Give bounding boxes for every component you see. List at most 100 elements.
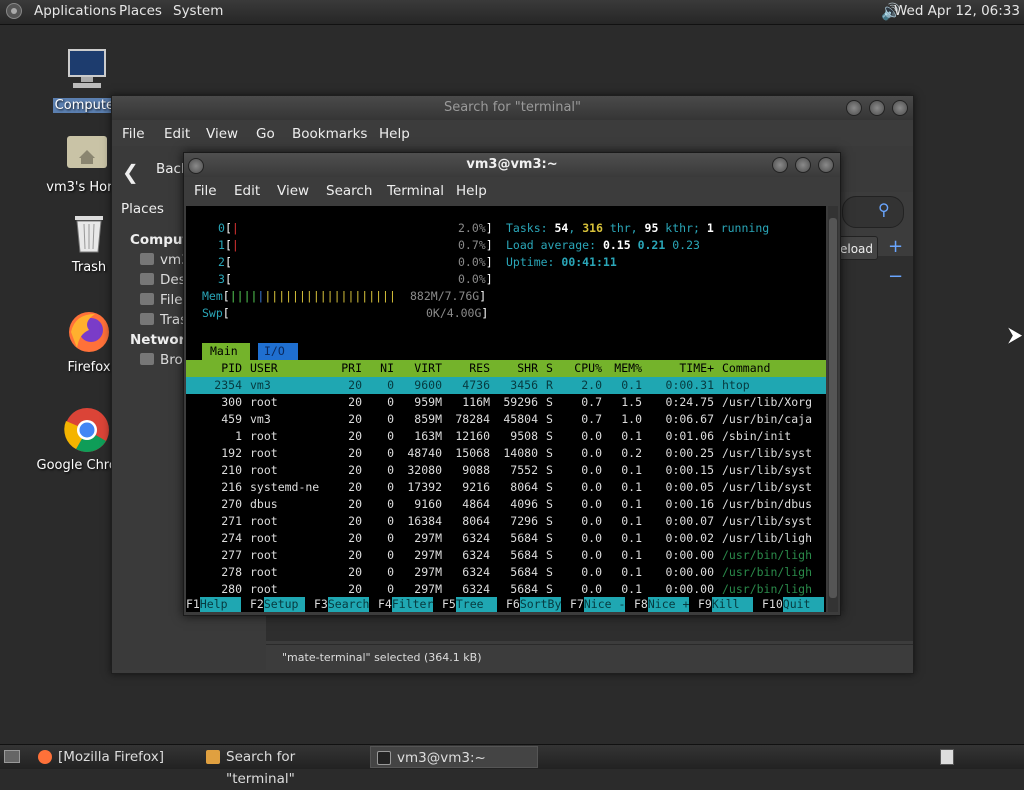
- minimize-button[interactable]: [772, 157, 788, 173]
- mouse-cursor-icon: ⮞: [1008, 322, 1023, 346]
- cell: /usr/lib/ligh: [722, 531, 813, 545]
- menu-search[interactable]: Search: [326, 183, 372, 199]
- menu-help[interactable]: Help: [379, 126, 410, 142]
- tab-io[interactable]: I/O: [258, 343, 298, 360]
- cell: S: [546, 429, 553, 443]
- remove-criterion-icon[interactable]: −: [888, 266, 903, 287]
- cpu-meter-1: 1[|: [218, 238, 239, 252]
- search-input[interactable]: [842, 196, 904, 228]
- table-row[interactable]: 270 dbus 20 0 9160 4864 4096 S 0.0 0.1 0:00.16/usr…: [186, 496, 826, 513]
- search-icon[interactable]: ⚲: [878, 200, 890, 219]
- table-row[interactable]: 459 vm3 20 0 859M 78284 45804 S 0.7 1.0 0:06.67/us…: [186, 411, 826, 428]
- table-row[interactable]: 280 root 20 0 297M 6324 5684 S 0.0 0.1 0:00.00/usr…: [186, 581, 826, 598]
- taskbar-item-terminal[interactable]: vm3@vm3:~: [370, 746, 538, 768]
- table-row[interactable]: 210 root 20 0 32080 9088 7552 S 0.0 0.1 0:00.15/us…: [186, 462, 826, 479]
- menu-bookmarks[interactable]: Bookmarks: [292, 126, 367, 142]
- table-row[interactable]: 192 root 20 0 48740 15068 14080 S 0.0 0.2 0:00.25 /…: [186, 445, 826, 462]
- table-row[interactable]: 277 root 20 0 297M 6324 5684 S 0.0 0.1 0:00.00/usr…: [186, 547, 826, 564]
- scrollbar-thumb[interactable]: [829, 218, 837, 598]
- cell: 0.0: [581, 514, 602, 528]
- cell: 163M: [414, 429, 442, 443]
- menu-edit[interactable]: Edit: [234, 183, 260, 199]
- cell: 0.1: [621, 497, 642, 511]
- network-icon: [140, 353, 154, 365]
- menu-view[interactable]: View: [206, 126, 238, 142]
- terminal-titlebar[interactable]: vm3@vm3:~: [184, 153, 840, 177]
- cell: 17392: [407, 480, 442, 494]
- tab-main[interactable]: Main: [202, 343, 250, 360]
- close-button[interactable]: [892, 100, 908, 116]
- cell: S: [546, 480, 553, 494]
- cell: 300: [221, 395, 242, 409]
- fkey-f6[interactable]: F6SortBy: [506, 597, 562, 612]
- process-table-header[interactable]: PID USER PRI NI VIRT RES SHR S CPU% MEM% TIME+ Comm…: [186, 360, 826, 377]
- table-row[interactable]: 1 root 20 0 163M 12160 9508 S 0.0 0.1 0:01.06/sbin…: [186, 428, 826, 445]
- table-row[interactable]: 274 root 20 0 297M 6324 5684 S 0.0 0.1 0:00.02/usr…: [186, 530, 826, 547]
- cell: 20: [348, 429, 362, 443]
- cell: PID: [221, 361, 242, 375]
- computer-icon: [68, 49, 106, 88]
- clock[interactable]: Wed Apr 12, 06:33: [894, 3, 1020, 19]
- caja-menubar: File Edit View Go Bookmarks Help: [112, 120, 913, 146]
- applications-menu[interactable]: Applications: [34, 3, 116, 19]
- menu-go[interactable]: Go: [256, 126, 275, 142]
- cell: S: [546, 497, 553, 511]
- mate-logo-icon[interactable]: [6, 3, 22, 19]
- maximize-button[interactable]: [795, 157, 811, 173]
- fkey-f2[interactable]: F2Setup: [250, 597, 306, 612]
- minimize-button[interactable]: [846, 100, 862, 116]
- cell: R: [546, 378, 553, 392]
- table-row[interactable]: 300 root 20 0 959M 116M 59296 S 0.7 1.5 0:24.75/us…: [186, 394, 826, 411]
- cell: 5684: [510, 548, 538, 562]
- cell: 9216: [462, 480, 490, 494]
- fkey-f5[interactable]: F5Tree: [442, 597, 498, 612]
- caja-titlebar[interactable]: Search for "terminal": [112, 96, 913, 120]
- sidebar-pane-selector[interactable]: Places: [121, 201, 164, 217]
- window-title: Search for "terminal": [443, 100, 582, 115]
- terminal-menubar: File Edit View Search Terminal Help: [184, 177, 840, 205]
- table-row[interactable]: 2354 vm3 20 0 9600 4736 3456 R 2.0 0.1 0:00.31 htop: [186, 377, 826, 394]
- menu-file[interactable]: File: [122, 126, 145, 142]
- close-button[interactable]: [818, 157, 834, 173]
- fkey-f10[interactable]: F10Quit: [762, 597, 825, 612]
- menu-help[interactable]: Help: [456, 183, 487, 199]
- system-menu[interactable]: System: [173, 3, 223, 19]
- taskbar-item-caja[interactable]: Search for "terminal": [200, 746, 368, 787]
- terminal-screen[interactable]: 0[| 2.0%] 1[| 0.7%] 2[ 0.0%] 3[ 0.0%] Me…: [186, 206, 826, 612]
- taskbar-item-firefox[interactable]: [Mozilla Firefox]: [32, 746, 200, 768]
- menu-view[interactable]: View: [277, 183, 309, 199]
- cell: S: [546, 412, 553, 426]
- chrome-icon: [64, 408, 109, 452]
- fkey-label: Help: [199, 597, 242, 612]
- table-row[interactable]: 278 root 20 0 297M 6324 5684 S 0.0 0.1 0:00.00/usr…: [186, 564, 826, 581]
- cell: 0: [387, 463, 394, 477]
- table-row[interactable]: 271 root 20 0 16384 8064 7296 S 0.0 0.1 0:00.07/us…: [186, 513, 826, 530]
- cell: 20: [348, 582, 362, 596]
- fkey-f9[interactable]: F9Kill: [698, 597, 754, 612]
- menu-file[interactable]: File: [194, 183, 217, 199]
- menu-edit[interactable]: Edit: [164, 126, 190, 142]
- fkey-f4[interactable]: F4Filter: [378, 597, 434, 612]
- maximize-button[interactable]: [869, 100, 885, 116]
- fkey-f7[interactable]: F7Nice -: [570, 597, 626, 612]
- cell: /usr/bin/ligh: [722, 565, 813, 579]
- cell: root: [250, 463, 278, 477]
- cell: SHR: [517, 361, 538, 375]
- fkey-f8[interactable]: F8Nice +: [634, 597, 690, 612]
- function-key-bar: F1Help F2Setup F3Search F4Filter F5Tree F6…: [186, 597, 826, 612]
- add-criterion-icon[interactable]: +: [888, 236, 903, 257]
- fkey-label: Filter: [391, 597, 434, 612]
- places-menu[interactable]: Places: [119, 3, 162, 19]
- terminal-scrollbar[interactable]: [828, 206, 838, 612]
- terminal-window[interactable]: vm3@vm3:~ File Edit View Search Terminal…: [183, 152, 841, 616]
- fkey-f3[interactable]: F3Search: [314, 597, 370, 612]
- fkey-f1[interactable]: F1Help: [186, 597, 242, 612]
- cell: root: [250, 582, 278, 596]
- table-row[interactable]: 216 systemd-ne 20 0 17392 9216 8064 S 0.0 0.1 0:00…: [186, 479, 826, 496]
- show-desktop-icon[interactable]: [4, 750, 20, 763]
- back-arrow-icon[interactable]: ❮: [122, 160, 139, 184]
- trash-applet-icon[interactable]: [940, 749, 954, 765]
- menu-terminal[interactable]: Terminal: [387, 183, 444, 199]
- cell: 20: [348, 497, 362, 511]
- cell: 0.0: [581, 565, 602, 579]
